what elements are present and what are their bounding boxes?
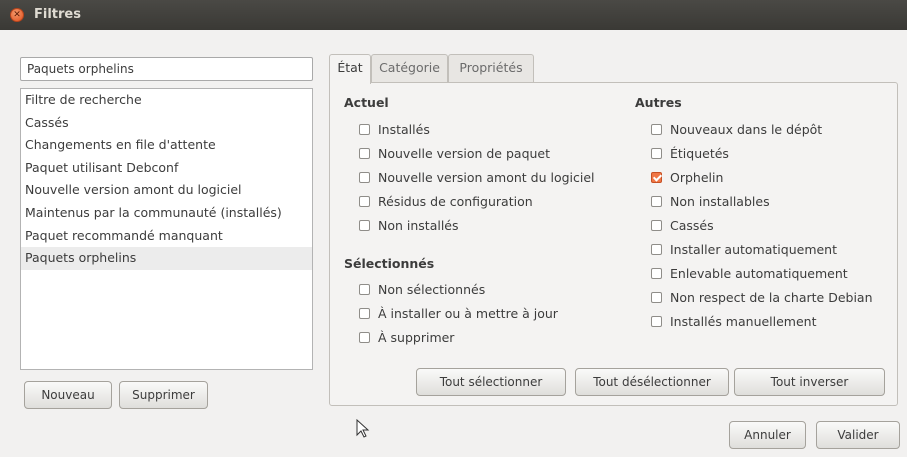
new-filter-button[interactable]: Nouveau <box>24 381 112 409</box>
filter-name-input[interactable] <box>20 57 313 81</box>
checkbox-box[interactable] <box>651 315 662 327</box>
checkbox-box[interactable] <box>651 171 662 183</box>
checkbox-label: Installés <box>378 121 430 137</box>
checkbox-label: Cassés <box>670 217 714 233</box>
ok-button[interactable]: Valider <box>816 421 900 449</box>
filter-item-upstream[interactable]: Nouvelle version amont du logiciel <box>21 179 312 202</box>
checkbox-box[interactable] <box>359 283 370 295</box>
section-other-title: Autres <box>635 95 682 110</box>
title-bar: ✕ Filtres <box>0 0 907 30</box>
checkbox-box[interactable] <box>359 219 370 231</box>
filter-item-orphans[interactable]: Paquets orphelins <box>21 247 312 270</box>
filter-item-queued[interactable]: Changements en file d'attente <box>21 134 312 157</box>
checkbox-box[interactable] <box>651 219 662 231</box>
checkbox-not-installed[interactable]: Non installés <box>359 215 459 235</box>
checkbox-box[interactable] <box>359 307 370 319</box>
state-panel: Actuel Installés Nouvelle version de paq… <box>329 82 898 406</box>
filter-item-broken[interactable]: Cassés <box>21 112 312 135</box>
checkbox-new-upstream-version[interactable]: Nouvelle version amont du logiciel <box>359 167 595 187</box>
checkbox-label: À installer ou à mettre à jour <box>378 305 558 321</box>
checkbox-not-installable[interactable]: Non installables <box>651 191 770 211</box>
checkbox-label: À supprimer <box>378 329 455 345</box>
checkbox-label: Nouveaux dans le dépôt <box>670 121 823 137</box>
checkbox-to-remove[interactable]: À supprimer <box>359 327 454 347</box>
tab-state[interactable]: État <box>329 54 371 84</box>
checkbox-box[interactable] <box>651 147 662 159</box>
section-current-title: Actuel <box>344 95 389 110</box>
checkbox-box[interactable] <box>359 331 370 343</box>
checkbox-new-in-repo[interactable]: Nouveaux dans le dépôt <box>651 119 822 139</box>
filter-item-community[interactable]: Maintenus par la communauté (installés) <box>21 202 312 225</box>
checkbox-orphan[interactable]: Orphelin <box>651 167 723 187</box>
checkbox-label: Installer automatiquement <box>670 241 838 257</box>
window-title: Filtres <box>34 7 81 22</box>
checkbox-label: Installés manuellement <box>670 313 817 329</box>
checkbox-broken[interactable]: Cassés <box>651 215 714 235</box>
checkbox-label: Nouvelle version de paquet <box>378 145 551 161</box>
checkbox-box[interactable] <box>651 291 662 303</box>
select-all-button[interactable]: Tout sélectionner <box>416 368 566 396</box>
checkbox-manually-installed[interactable]: Installés manuellement <box>651 311 817 331</box>
tab-category[interactable]: Catégorie <box>371 54 448 82</box>
invert-selection-button[interactable]: Tout inverser <box>734 368 885 396</box>
deselect-all-button[interactable]: Tout désélectionner <box>575 368 729 396</box>
checkbox-label: Non installés <box>378 217 459 233</box>
checkbox-config-residue[interactable]: Résidus de configuration <box>359 191 533 211</box>
checkbox-label: Nouvelle version amont du logiciel <box>378 169 595 185</box>
checkbox-label: Enlevable automatiquement <box>670 265 848 281</box>
checkbox-box[interactable] <box>359 195 370 207</box>
checkbox-box[interactable] <box>651 123 662 135</box>
cancel-button[interactable]: Annuler <box>729 421 806 449</box>
tab-properties[interactable]: Propriétés <box>448 54 534 82</box>
checkbox-to-install[interactable]: À installer ou à mettre à jour <box>359 303 558 323</box>
filter-item-recommended[interactable]: Paquet recommandé manquant <box>21 225 312 248</box>
checkbox-new-package-version[interactable]: Nouvelle version de paquet <box>359 143 550 163</box>
checkbox-label: Non installables <box>670 193 770 209</box>
filter-item-search[interactable]: Filtre de recherche <box>21 89 312 112</box>
checkbox-label: Orphelin <box>670 169 724 185</box>
checkbox-box[interactable] <box>651 195 662 207</box>
checkbox-label: Étiquetés <box>670 145 729 161</box>
checkbox-tagged[interactable]: Étiquetés <box>651 143 729 163</box>
checkbox-debian-policy[interactable]: Non respect de la charte Debian <box>651 287 873 307</box>
checkbox-box[interactable] <box>359 147 370 159</box>
checkbox-label: Non sélectionnés <box>378 281 486 297</box>
checkbox-label: Non respect de la charte Debian <box>670 289 873 305</box>
checkbox-auto-removable[interactable]: Enlevable automatiquement <box>651 263 848 283</box>
delete-filter-button[interactable]: Supprimer <box>119 381 208 409</box>
close-icon[interactable]: ✕ <box>10 8 24 22</box>
checkbox-box[interactable] <box>359 123 370 135</box>
checkbox-not-selected[interactable]: Non sélectionnés <box>359 279 485 299</box>
checkbox-label: Résidus de configuration <box>378 193 533 209</box>
checkbox-installed[interactable]: Installés <box>359 119 430 139</box>
checkbox-box[interactable] <box>651 267 662 279</box>
section-selected-title: Sélectionnés <box>344 256 435 271</box>
checkbox-box[interactable] <box>359 171 370 183</box>
checkbox-auto-install[interactable]: Installer automatiquement <box>651 239 837 259</box>
filter-list: Filtre de recherche Cassés Changements e… <box>20 88 313 370</box>
checkbox-box[interactable] <box>651 243 662 255</box>
filter-item-debconf[interactable]: Paquet utilisant Debconf <box>21 157 312 180</box>
mouse-pointer-icon <box>356 419 370 438</box>
